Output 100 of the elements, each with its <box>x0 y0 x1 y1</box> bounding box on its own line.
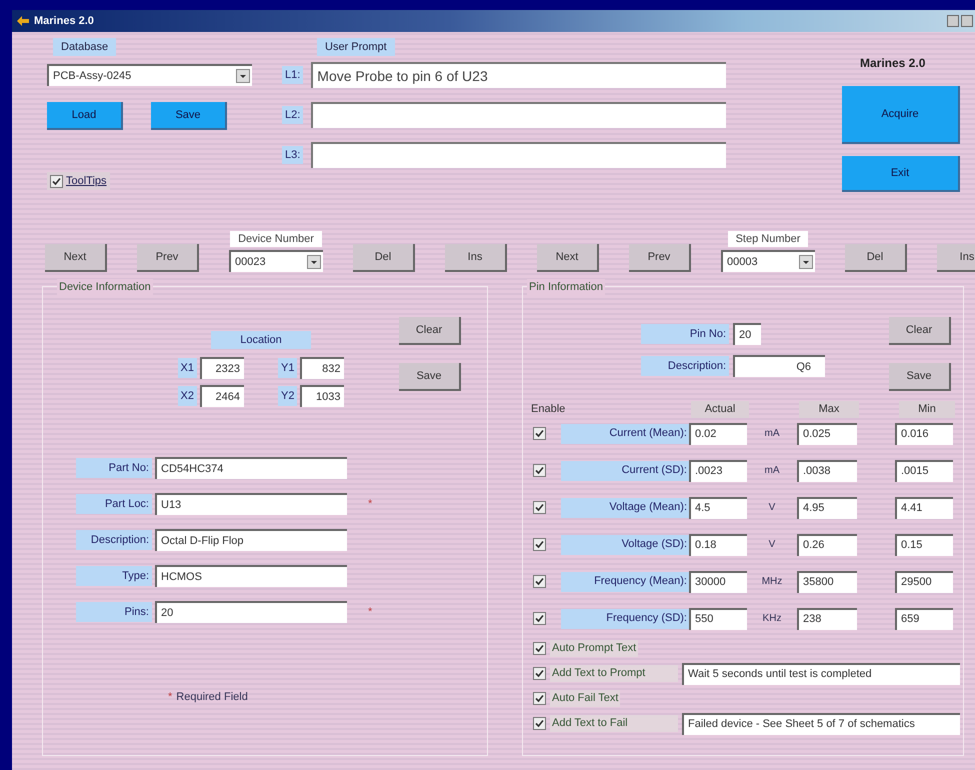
text-field[interactable]: 659 <box>895 608 953 630</box>
text-field[interactable]: .0015 <box>895 460 953 482</box>
window-title: Marines 2.0 <box>34 14 94 29</box>
prompt-field[interactable] <box>311 142 726 168</box>
text-field[interactable]: 550 <box>689 608 747 630</box>
button[interactable]: Save <box>889 363 951 391</box>
checkbox[interactable] <box>533 538 546 550</box>
text-field[interactable]: 30000 <box>689 570 747 592</box>
text-field[interactable]: 29500 <box>895 570 953 592</box>
text-field[interactable]: 2464 <box>200 385 244 407</box>
button[interactable]: Next <box>45 244 107 272</box>
button[interactable]: Prev <box>137 244 199 272</box>
checkbox[interactable] <box>50 174 63 188</box>
text-field[interactable]: Wait 5 seconds until test is completed <box>682 662 960 684</box>
text-field[interactable]: Q6 <box>733 355 825 377</box>
text-field[interactable]: 4.95 <box>797 496 857 518</box>
section-label: Location <box>211 331 311 349</box>
dropdown[interactable]: 00023 <box>229 250 323 272</box>
checkmark-icon <box>535 428 544 438</box>
text-field[interactable]: 0.26 <box>797 534 857 556</box>
field-label: Part No: <box>76 458 152 478</box>
required-mark: * <box>368 604 372 620</box>
line-label: L1: <box>282 66 304 84</box>
group-title: Pin Information <box>527 279 605 296</box>
text-field[interactable]: Octal D-Flip Flop <box>155 529 347 551</box>
column-header: Actual <box>691 401 749 418</box>
button[interactable]: Load <box>47 102 123 130</box>
checkbox[interactable] <box>533 692 546 705</box>
unit-label: KHz <box>762 612 782 626</box>
button[interactable]: Clear <box>889 317 951 345</box>
prompt-field[interactable]: Move Probe to pin 6 of U23 <box>311 62 726 88</box>
measure-label: Current (SD): <box>561 460 689 480</box>
tooltips-checkbox[interactable]: ToolTips <box>47 172 110 190</box>
text-field[interactable]: 0.15 <box>895 534 953 556</box>
text-field[interactable]: .0038 <box>797 460 857 482</box>
unit-label: V <box>768 538 776 552</box>
checkmark-icon <box>535 719 544 728</box>
button[interactable]: Prev <box>629 244 691 272</box>
checkbox[interactable] <box>533 667 546 680</box>
button[interactable]: Save <box>399 363 461 391</box>
section-label: Step Number <box>728 230 808 247</box>
prompt-field[interactable] <box>311 102 726 128</box>
checkmark-icon <box>535 614 544 622</box>
line-label: L3: <box>282 146 304 164</box>
checkbox[interactable] <box>533 717 546 730</box>
checkmark-icon <box>535 644 544 653</box>
text-field[interactable]: 0.016 <box>895 422 953 444</box>
text-field[interactable]: 0.18 <box>689 534 747 556</box>
button[interactable]: Next <box>537 244 599 272</box>
text-field[interactable]: Failed device - See Sheet 5 of 7 of schematics <box>682 712 960 734</box>
text-field[interactable]: .0023 <box>689 460 747 482</box>
text-field[interactable]: 4.41 <box>895 496 953 518</box>
checkbox[interactable] <box>533 426 546 440</box>
checkmark-icon <box>535 502 544 512</box>
text-field[interactable]: HCMOS <box>155 565 347 587</box>
measure-label: Current (Mean): <box>561 424 689 444</box>
measure-label: Frequency (SD): <box>561 608 689 628</box>
button[interactable]: Exit <box>842 156 960 192</box>
option-label: Add Text to Fail <box>550 715 678 732</box>
text-field[interactable]: 20 <box>733 323 761 345</box>
unit-label: MHz <box>760 575 784 589</box>
checkbox[interactable] <box>533 612 546 624</box>
text-field[interactable]: 0.025 <box>797 422 857 444</box>
group-title: Device Information <box>57 279 153 296</box>
text-field[interactable]: 832 <box>300 357 344 379</box>
text-field[interactable]: 4.5 <box>689 496 747 518</box>
measure-label: Voltage (SD): <box>561 534 689 554</box>
button[interactable]: Clear <box>399 317 461 345</box>
text-field[interactable]: 1033 <box>300 385 344 407</box>
measure-label: Voltage (Mean): <box>561 498 689 518</box>
required-mark: * <box>168 690 172 705</box>
dropdown[interactable]: 00003 <box>721 250 815 272</box>
dropdown[interactable]: PCB-Assy-0245 <box>47 64 252 86</box>
field-label: Pins: <box>76 602 152 622</box>
text-field[interactable]: 238 <box>797 608 857 630</box>
field-label: Type: <box>76 566 152 586</box>
field-label: Description: <box>76 530 152 550</box>
section-label: User Prompt <box>317 38 395 56</box>
text-field[interactable]: U13 <box>155 493 347 515</box>
field-label: Pin No: <box>641 324 729 344</box>
button[interactable]: Save <box>151 102 227 130</box>
button[interactable]: Del <box>353 244 415 272</box>
checkbox[interactable] <box>533 574 546 588</box>
unit-label: mA <box>764 427 780 441</box>
button[interactable]: Del <box>845 244 907 272</box>
button[interactable]: Acquire <box>842 86 960 144</box>
text-field[interactable]: 2323 <box>200 357 244 379</box>
measure-label: Frequency (Mean): <box>561 572 689 592</box>
text-field[interactable]: 20 <box>155 601 347 623</box>
button[interactable]: Ins <box>445 244 507 272</box>
coord-label: X2 <box>178 386 197 406</box>
text-field[interactable]: 35800 <box>797 570 857 592</box>
text-field[interactable]: 0.02 <box>689 422 747 444</box>
button[interactable]: Ins <box>937 244 975 272</box>
app-label: Marines 2.0 <box>860 55 926 72</box>
section-label: Device Number <box>230 230 322 247</box>
checkbox[interactable] <box>533 642 546 655</box>
checkbox[interactable] <box>533 500 546 514</box>
text-field[interactable]: CD54HC374 <box>155 457 347 479</box>
checkbox[interactable] <box>533 464 546 476</box>
